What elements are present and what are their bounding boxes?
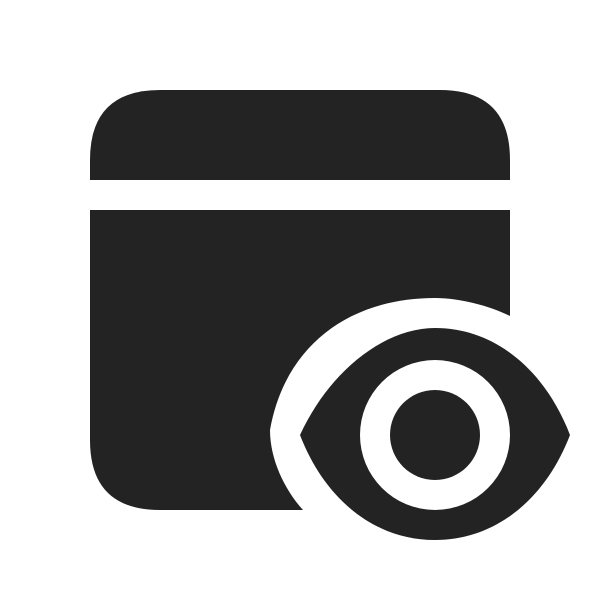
window-eye-icon (90, 90, 570, 540)
eye-pupil (390, 390, 480, 480)
window-title-bar (90, 90, 510, 180)
icon-canvas (0, 0, 600, 600)
